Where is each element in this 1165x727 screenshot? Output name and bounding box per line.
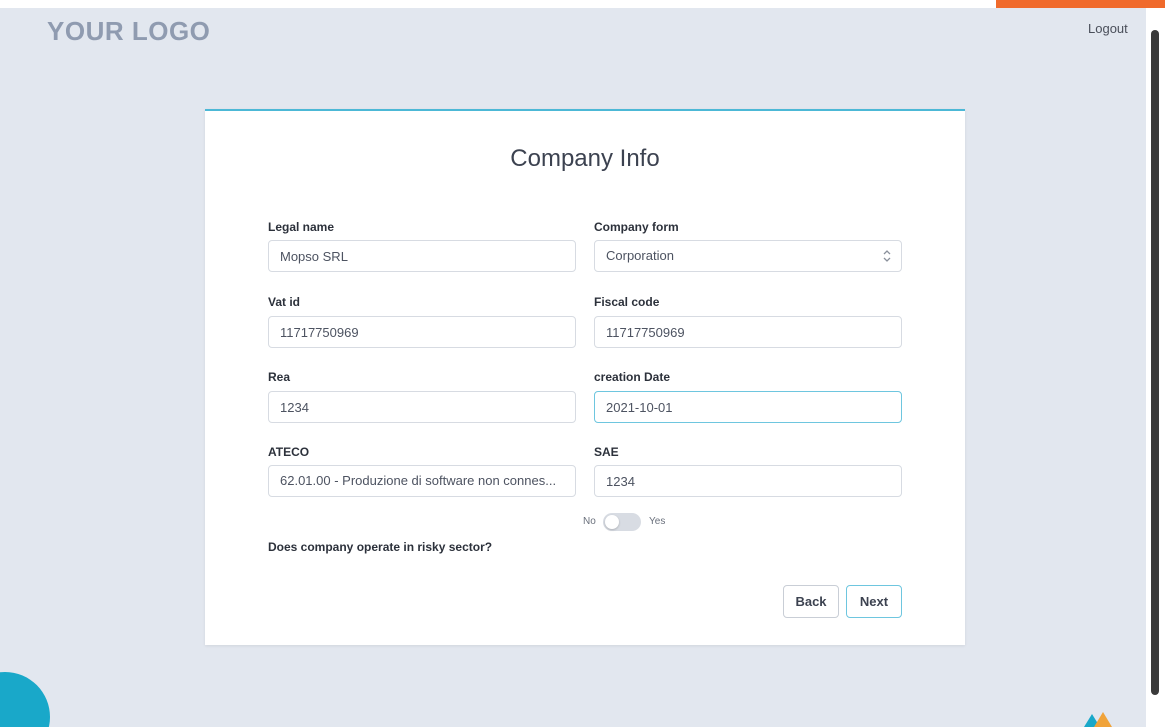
vat-id-input[interactable] bbox=[268, 316, 576, 348]
rea-input[interactable] bbox=[268, 391, 576, 423]
logo: YOUR LOGO bbox=[47, 16, 211, 46]
company-form-select[interactable]: Corporation bbox=[594, 240, 902, 272]
vat-id-label: Vat id bbox=[268, 295, 301, 309]
page-title: Company Info bbox=[510, 145, 660, 172]
risky-sector-question: Does company operate in risky sector? bbox=[268, 540, 493, 554]
logout-link[interactable]: Logout bbox=[1088, 21, 1128, 36]
fiscal-code-input[interactable] bbox=[594, 316, 902, 348]
toggle-yes-label: Yes bbox=[649, 516, 666, 527]
brand-mark-icon bbox=[1084, 712, 1112, 727]
next-button[interactable]: Next bbox=[846, 585, 902, 618]
back-button[interactable]: Back bbox=[783, 585, 839, 618]
creation-date-label: creation Date bbox=[594, 370, 671, 384]
legal-name-input[interactable] bbox=[268, 240, 576, 272]
company-form-label: Company form bbox=[594, 220, 679, 234]
toggle-no-label: No bbox=[583, 516, 596, 527]
ateco-input[interactable]: 62.01.00 - Produzione di software non co… bbox=[268, 465, 576, 497]
creation-date-input[interactable] bbox=[594, 391, 902, 423]
fiscal-code-label: Fiscal code bbox=[594, 295, 660, 309]
chevron-up-down-icon bbox=[883, 250, 891, 262]
ateco-label: ATECO bbox=[268, 445, 310, 459]
toggle-knob bbox=[605, 515, 619, 529]
legal-name-label: Legal name bbox=[268, 220, 335, 234]
rea-label: Rea bbox=[268, 370, 291, 384]
risky-sector-toggle[interactable] bbox=[603, 513, 641, 531]
company-form-selected-value: Corporation bbox=[606, 248, 674, 263]
sae-label: SAE bbox=[594, 445, 619, 459]
sae-input[interactable] bbox=[594, 465, 902, 497]
company-info-card: Company Info Legal name Company form Cor… bbox=[205, 109, 965, 645]
scrollbar-thumb[interactable] bbox=[1151, 30, 1159, 695]
